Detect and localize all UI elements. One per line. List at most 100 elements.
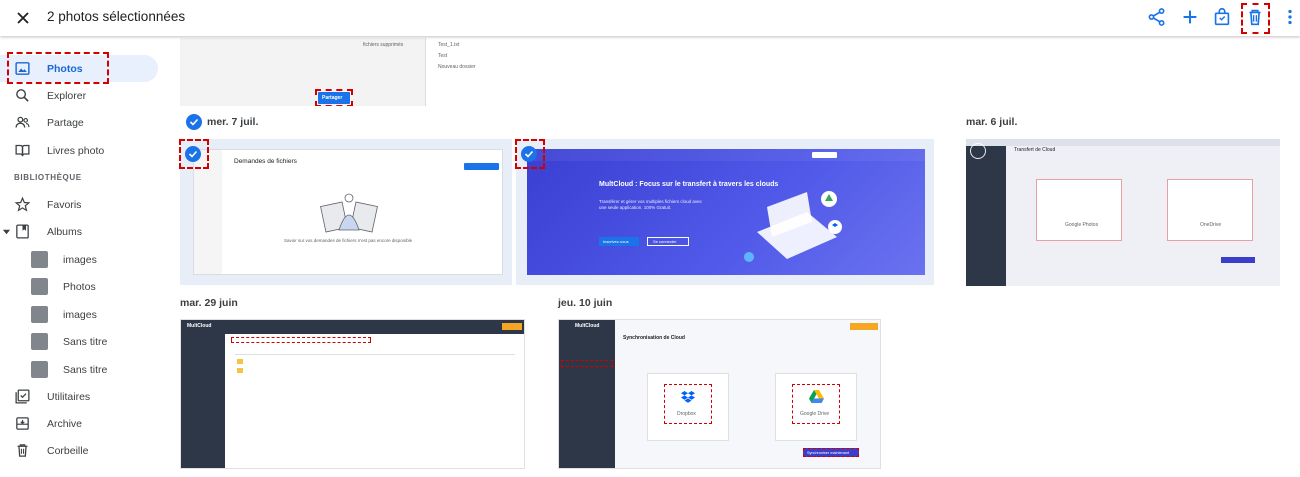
more-vert-icon[interactable]: [1279, 6, 1300, 28]
thumb-text: Nouveau dossier: [438, 64, 476, 70]
album-thumbnail: [31, 361, 48, 378]
thumb-divider: [235, 354, 515, 355]
sidebar-item-label: Livres photo: [47, 144, 105, 157]
selection-count-title: 2 photos sélectionnées: [47, 9, 186, 24]
thumb-highlight: [231, 337, 371, 343]
sidebar-item-label: Utilitaires: [47, 390, 91, 403]
thumb-text: Demandes de fichiers: [234, 158, 297, 165]
photo-select-checkbox[interactable]: [970, 143, 986, 159]
folder-icon: [237, 359, 243, 364]
thumb-text: Transférer et gérer vos multiples fichie…: [599, 199, 702, 210]
google-drive-icon: [809, 390, 824, 403]
thumb-nav: [527, 149, 925, 161]
dropbox-icon: [681, 391, 695, 403]
sidebar-item-label: Partage: [47, 116, 84, 129]
album-thumbnail: [31, 278, 48, 295]
sidebar-item-corbeille[interactable]: Corbeille: [0, 437, 158, 464]
album-item[interactable]: Sans titre: [0, 328, 158, 355]
checkbox-highlight-box: [515, 139, 545, 169]
sidebar-item-label: Archive: [47, 417, 83, 430]
thumb-badge: [850, 323, 878, 330]
sidebar-item-utilitaires[interactable]: Utilitaires: [0, 383, 158, 410]
photos-highlight-box: [7, 52, 109, 84]
photo-thumbnail[interactable]: MultCloud: [180, 319, 525, 469]
thumb-panel: [180, 38, 425, 106]
thumb-button: [812, 152, 837, 158]
date-header: mar. 6 juil.: [966, 116, 1018, 128]
sidebar-item-label: Explorer: [47, 89, 87, 102]
share-highlight-box: [315, 89, 353, 106]
sidebar-item-label: Favoris: [47, 198, 82, 211]
album-thumbnail: [31, 333, 48, 350]
thumb-nav: [181, 320, 524, 334]
thumb-card: Google Drive: [775, 373, 857, 441]
thumb-button: [1221, 257, 1255, 263]
thumb-sidebar: [966, 139, 1006, 286]
checkbox-highlight-box: [179, 139, 209, 169]
book-icon: [15, 144, 30, 157]
delete-highlight-box: [1241, 3, 1270, 34]
date-group-checkbox[interactable]: [186, 114, 202, 130]
search-icon: [16, 89, 29, 102]
laptop-clouds-illustration-icon: [744, 191, 842, 262]
date-header: mer. 7 juil.: [207, 116, 259, 128]
thumb-highlight: [561, 360, 613, 367]
trash-icon: [17, 444, 28, 457]
thumb-text: Test_1.txt: [438, 42, 460, 48]
thumb-text: Synchroniser maintenant: [807, 451, 849, 455]
empty-state-illustration-icon: [320, 193, 378, 233]
thumb-button: [464, 163, 499, 170]
archive-icon: [16, 417, 29, 430]
thumb-text: Test: [438, 53, 448, 59]
thumb-card: OneDrive: [1167, 179, 1253, 241]
album-label: Photos: [63, 280, 96, 293]
thumb-text: Synchronisation de Cloud: [623, 335, 685, 341]
thumb-nav: [966, 139, 1280, 146]
sidebar-item-label: Albums: [47, 225, 83, 238]
thumb-button: Se connecter: [647, 237, 689, 246]
thumb-text: Google Photos: [1065, 222, 1099, 228]
thumb-text: MultCloud: [575, 323, 600, 329]
album-label: Sans titre: [63, 335, 108, 348]
thumb-text: Se connecter: [653, 239, 677, 244]
shopping-bag-icon[interactable]: [1211, 6, 1233, 28]
thumb-card: Dropbox: [647, 373, 729, 441]
share-icon[interactable]: [1146, 6, 1168, 28]
caret-down-icon[interactable]: [2, 227, 11, 236]
photo-thumbnail-selected[interactable]: Demandes de fichiers Savoir sur vos dema…: [193, 149, 503, 275]
thumb-text: Google Drive: [800, 411, 830, 417]
add-icon[interactable]: [1179, 6, 1201, 28]
album-item[interactable]: images: [0, 301, 158, 328]
sidebar-item-favoris[interactable]: Favoris: [0, 191, 158, 218]
sidebar-item-livres-photo[interactable]: Livres photo: [0, 137, 158, 164]
album-item[interactable]: Photos: [0, 273, 158, 300]
photo-thumbnail-partial[interactable]: fichiers supprimés Partager Test_1.txt T…: [180, 38, 800, 106]
album-item[interactable]: Sans titre: [0, 356, 158, 383]
utilities-icon: [15, 389, 30, 404]
star-icon: [14, 196, 31, 212]
thumb-text: Transfert de Cloud: [1014, 147, 1056, 153]
thumb-text: Savoir sur vos demandes de fichiers n'es…: [284, 238, 413, 243]
photo-thumbnail[interactable]: Transfert de Cloud Google Photos OneDriv…: [966, 139, 1280, 286]
thumb-button: Synchroniser maintenant: [803, 448, 859, 457]
thumb-divider: [425, 38, 426, 106]
check-icon: [189, 118, 199, 126]
sidebar-item-albums[interactable]: Albums: [0, 218, 158, 245]
album-item[interactable]: images: [0, 246, 158, 273]
sidebar-item-explorer[interactable]: Explorer: [0, 82, 158, 109]
album-label: Sans titre: [63, 363, 108, 376]
date-header: mar. 29 juin: [180, 297, 238, 309]
thumb-button: Inscrivez-vous: [599, 237, 639, 246]
close-icon[interactable]: [13, 8, 33, 28]
folder-icon: [237, 368, 243, 373]
photo-thumbnail-selected[interactable]: MultCloud : Focus sur le transfert à tra…: [527, 149, 925, 275]
sidebar-item-archive[interactable]: Archive: [0, 410, 158, 437]
date-header: jeu. 10 juin: [558, 297, 613, 309]
thumb-card: Google Photos: [1036, 179, 1122, 241]
thumb-text: fichiers supprimés: [363, 42, 404, 48]
album-icon: [16, 224, 29, 239]
album-label: images: [63, 253, 97, 266]
thumb-text: Inscrivez-vous: [603, 239, 629, 244]
sidebar-item-partage[interactable]: Partage: [0, 109, 158, 136]
photo-thumbnail[interactable]: MultCloud Synchronisation de Cloud Dropb…: [558, 319, 881, 469]
